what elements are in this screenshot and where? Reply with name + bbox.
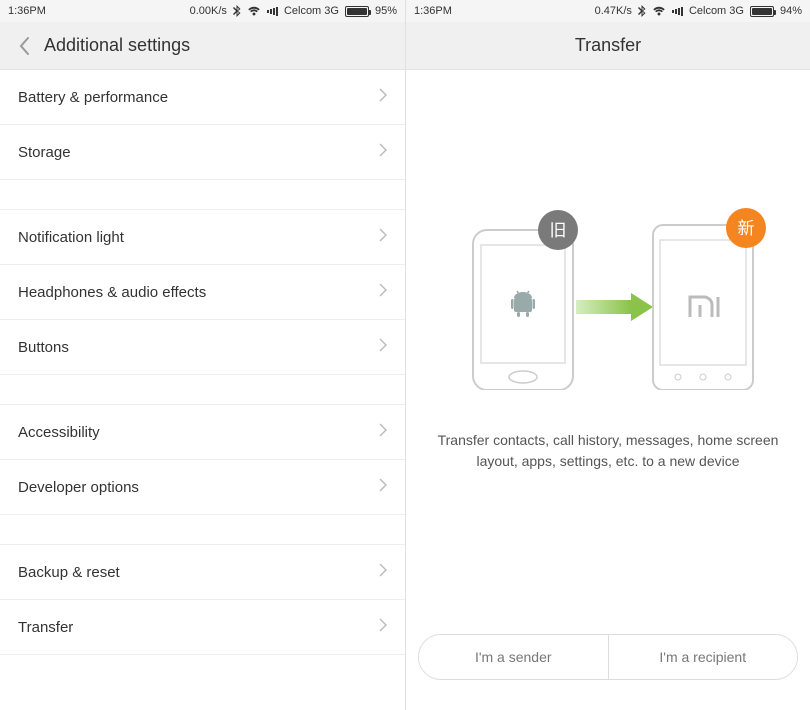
back-button[interactable] xyxy=(12,34,36,58)
header: Additional settings xyxy=(0,22,405,70)
status-bar: 1:36PM 0.00K/s Celcom 3G 95% xyxy=(0,0,405,22)
chevron-right-icon xyxy=(379,423,387,441)
item-label: Developer options xyxy=(18,479,139,496)
item-label: Notification light xyxy=(18,229,124,246)
sender-button[interactable]: I'm a sender xyxy=(419,635,608,679)
chevron-right-icon xyxy=(379,143,387,161)
chevron-right-icon xyxy=(379,228,387,246)
item-label: Backup & reset xyxy=(18,564,120,581)
transfer-description: Transfer contacts, call history, message… xyxy=(420,430,796,472)
item-battery-performance[interactable]: Battery & performance xyxy=(0,70,405,125)
transfer-illustration: 旧 xyxy=(420,200,796,390)
header: Transfer xyxy=(406,22,810,70)
transfer-role-buttons: I'm a sender I'm a recipient xyxy=(418,634,798,680)
signal-icon xyxy=(672,7,683,16)
list-separator xyxy=(0,375,405,405)
bluetooth-icon xyxy=(233,5,241,17)
item-label: Headphones & audio effects xyxy=(18,284,206,301)
item-label: Buttons xyxy=(18,339,69,356)
chevron-right-icon xyxy=(379,338,387,356)
transfer-body: 旧 xyxy=(406,70,810,634)
item-accessibility[interactable]: Accessibility xyxy=(0,405,405,460)
badge-new-text: 新 xyxy=(738,219,755,238)
item-notification-light[interactable]: Notification light xyxy=(0,210,405,265)
wifi-icon xyxy=(247,6,261,16)
item-headphones-audio[interactable]: Headphones & audio effects xyxy=(0,265,405,320)
list-separator xyxy=(0,180,405,210)
item-label: Storage xyxy=(18,144,71,161)
page-title: Transfer xyxy=(406,35,810,56)
item-buttons[interactable]: Buttons xyxy=(0,320,405,375)
recipient-button[interactable]: I'm a recipient xyxy=(608,635,798,679)
page-title: Additional settings xyxy=(44,35,190,56)
status-time: 1:36PM xyxy=(8,5,46,17)
chevron-right-icon xyxy=(379,618,387,636)
status-carrier: Celcom 3G xyxy=(284,5,339,17)
chevron-right-icon xyxy=(379,563,387,581)
item-label: Transfer xyxy=(18,619,73,636)
chevron-right-icon xyxy=(379,88,387,106)
screen-transfer: 1:36PM 0.47K/s Celcom 3G 94% Transfer xyxy=(405,0,810,710)
screen-additional-settings: 1:36PM 0.00K/s Celcom 3G 95% Additional … xyxy=(0,0,405,710)
badge-old-text: 旧 xyxy=(550,221,567,240)
item-transfer[interactable]: Transfer xyxy=(0,600,405,655)
chevron-right-icon xyxy=(379,478,387,496)
wifi-icon xyxy=(652,6,666,16)
status-bar: 1:36PM 0.47K/s Celcom 3G 94% xyxy=(406,0,810,22)
battery-icon xyxy=(750,6,774,17)
item-storage[interactable]: Storage xyxy=(0,125,405,180)
chevron-right-icon xyxy=(379,283,387,301)
item-label: Battery & performance xyxy=(18,89,168,106)
status-speed: 0.47K/s xyxy=(595,5,632,17)
item-backup-reset[interactable]: Backup & reset xyxy=(0,545,405,600)
status-battery-pct: 94% xyxy=(780,5,802,17)
status-battery-pct: 95% xyxy=(375,5,397,17)
list-separator xyxy=(0,515,405,545)
signal-icon xyxy=(267,7,278,16)
bluetooth-icon xyxy=(638,5,646,17)
battery-icon xyxy=(345,6,369,17)
status-speed: 0.00K/s xyxy=(190,5,227,17)
item-label: Accessibility xyxy=(18,424,100,441)
settings-list: Battery & performance Storage Notificati… xyxy=(0,70,405,710)
status-time: 1:36PM xyxy=(414,5,452,17)
item-developer-options[interactable]: Developer options xyxy=(0,460,405,515)
status-carrier: Celcom 3G xyxy=(689,5,744,17)
